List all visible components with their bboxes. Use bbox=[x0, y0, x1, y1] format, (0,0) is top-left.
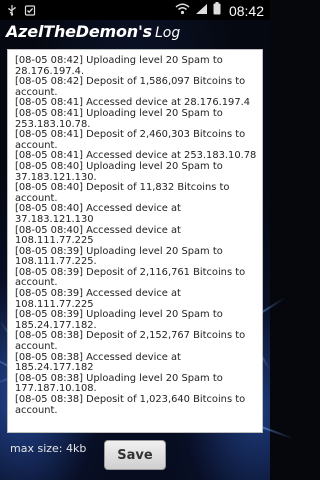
log-entry: [08-05 08:38] Deposit of 2,152,767 Bitco… bbox=[15, 330, 249, 353]
title-sub: Log bbox=[155, 25, 181, 41]
title-main: AzelTheDemon's bbox=[6, 22, 152, 41]
log-panel[interactable]: [08-05 08:42] Uploading level 20 Spam to… bbox=[7, 49, 263, 433]
log-entry: [08-05 08:42] Uploading level 20 Spam to… bbox=[15, 55, 226, 77]
usb-icon bbox=[6, 3, 18, 21]
log-entry: [08-05 08:40] Accessed device at 37.183.… bbox=[15, 203, 185, 225]
log-entry: [08-05 08:39] Uploading level 20 Spam to… bbox=[15, 309, 226, 331]
log-entry: [08-05 08:40] Uploading level 20 Spam to… bbox=[15, 160, 226, 183]
log-entry: [08-05 08:38] Uploading level 20 Spam to… bbox=[15, 372, 226, 395]
status-bar: 08:42 bbox=[0, 0, 270, 20]
log-text: [08-05 08:42] Uploading level 20 Spam to… bbox=[15, 55, 261, 416]
tasks-check-icon bbox=[24, 3, 36, 21]
log-entry: [08-05 08:39] Deposit of 2,116,761 Bitco… bbox=[15, 266, 249, 289]
log-entry: [08-05 08:39] Uploading level 20 Spam to… bbox=[15, 245, 226, 268]
status-time: 08:42 bbox=[228, 3, 264, 19]
log-entry: [08-05 08:42] Deposit of 1,586,097 Bitco… bbox=[15, 76, 249, 98]
log-entry: [08-05 08:40] Deposit of 11,832 Bitcoins… bbox=[15, 182, 233, 204]
log-entry: [08-05 08:38] Accessed device at 185.24.… bbox=[15, 351, 185, 374]
max-size-label: max size: 4kb bbox=[10, 442, 87, 455]
log-entry: [08-05 08:38] Deposit of 1,023,640 Bitco… bbox=[15, 394, 249, 416]
log-entry: [08-05 08:41] Deposit of 2,460,303 Bitco… bbox=[15, 129, 249, 151]
log-entry: [08-05 08:40] Accessed device at 108.111… bbox=[15, 224, 185, 247]
wifi-icon bbox=[175, 2, 190, 20]
battery-icon bbox=[213, 2, 221, 20]
log-entry: [08-05 08:39] Accessed device at 108.111… bbox=[15, 288, 185, 310]
signal-icon bbox=[195, 2, 208, 20]
page-title: AzelTheDemon's Log bbox=[6, 22, 180, 41]
save-button[interactable]: Save bbox=[104, 440, 166, 470]
log-entry: [08-05 08:41] Uploading level 20 Spam to… bbox=[15, 107, 226, 130]
